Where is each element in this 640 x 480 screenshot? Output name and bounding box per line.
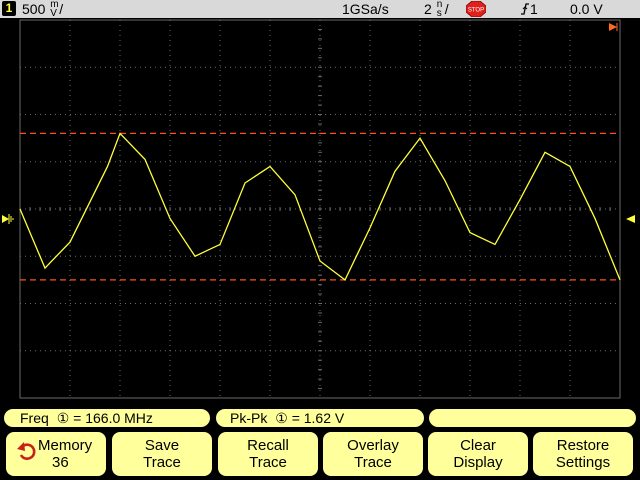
overlay-trace-label-line1: Overlay	[347, 437, 399, 454]
undo-arrow-icon	[17, 442, 36, 460]
pk-pk-measurement[interactable]: Pk-Pk ① = 1.62 V	[216, 409, 424, 427]
trigger-indicator[interactable]: 1	[520, 0, 538, 18]
ground-reference-icon[interactable]	[2, 214, 14, 224]
vertical-scale-value: 500	[22, 1, 46, 17]
restore-settings-label-line1: Restore	[556, 437, 610, 454]
trigger-level-marker-icon[interactable]	[626, 215, 635, 223]
clear-display-label-line1: Clear	[460, 437, 496, 454]
vertical-scale-unit: m V	[49, 0, 59, 19]
overlay-trace-label-line2: Trace	[354, 454, 392, 471]
time-scale-value: 2	[424, 1, 432, 17]
save-trace-softkey[interactable]: Save Trace	[112, 432, 212, 476]
restore-settings-softkey[interactable]: Restore Settings	[533, 432, 633, 476]
stop-icon[interactable]: STOP	[466, 1, 486, 17]
status-bar: 1 500 m V / 1GSa/s 2 n s / STOP 1 0.0 V	[0, 0, 640, 19]
recall-trace-label-line2: Trace	[249, 454, 287, 471]
memory-softkey[interactable]: Memory 36	[6, 432, 106, 476]
empty-measurement-slot[interactable]	[429, 409, 636, 427]
vertical-scale-suffix: /	[59, 1, 64, 17]
save-trace-label-line2: Trace	[143, 454, 181, 471]
time-scale[interactable]: 2 n s /	[424, 0, 449, 19]
run-state-label: STOP	[468, 8, 484, 14]
time-scale-suffix: /	[444, 1, 449, 17]
sample-rate: 1GSa/s	[342, 1, 389, 17]
pkpk-channel-icon: ①	[275, 410, 288, 426]
restore-settings-label-line2: Settings	[555, 454, 611, 471]
recall-trace-softkey[interactable]: Recall Trace	[218, 432, 318, 476]
trigger-position-marker-icon[interactable]	[609, 23, 617, 31]
graticule	[19, 19, 621, 399]
frequency-measurement[interactable]: Freq ① = 166.0 MHz	[4, 409, 210, 427]
save-trace-label-line1: Save	[144, 437, 180, 454]
clear-display-softkey[interactable]: Clear Display	[428, 432, 528, 476]
freq-label: Freq	[20, 410, 49, 426]
pkpk-value: = 1.62 V	[291, 410, 345, 426]
overlay-trace-softkey[interactable]: Overlay Trace	[323, 432, 423, 476]
trigger-level: 0.0 V	[570, 1, 603, 17]
trigger-source: 1	[530, 1, 538, 17]
freq-channel-icon: ①	[56, 410, 70, 426]
channel-badge[interactable]: 1	[2, 1, 16, 16]
time-scale-unit: n s	[436, 0, 445, 19]
vertical-scale[interactable]: 500 m V /	[22, 0, 64, 19]
freq-value: = 166.0 MHz	[73, 410, 153, 426]
waveform-display[interactable]	[0, 18, 640, 408]
pkpk-label: Pk-Pk	[230, 410, 268, 426]
clear-display-label-line2: Display	[453, 454, 503, 471]
recall-trace-label-line1: Recall	[247, 437, 289, 454]
